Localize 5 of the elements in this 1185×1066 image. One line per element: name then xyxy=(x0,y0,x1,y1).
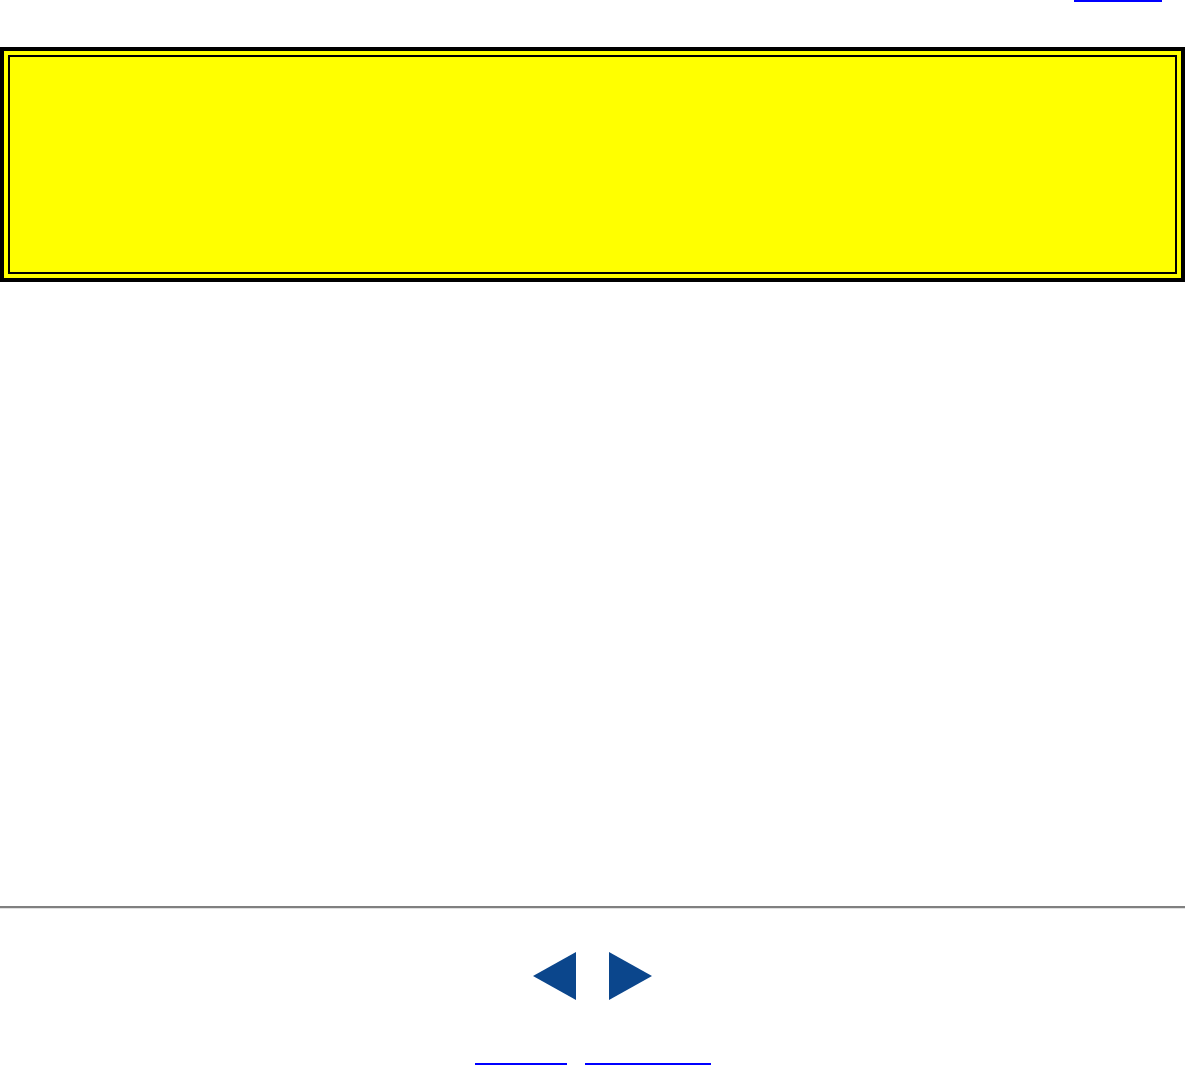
right-arrow-icon[interactable] xyxy=(609,952,652,1000)
link-underline[interactable] xyxy=(1074,0,1162,2)
link-underline[interactable] xyxy=(584,1063,711,1065)
left-arrow-icon[interactable] xyxy=(533,952,576,1000)
link-underline[interactable] xyxy=(474,1063,567,1065)
